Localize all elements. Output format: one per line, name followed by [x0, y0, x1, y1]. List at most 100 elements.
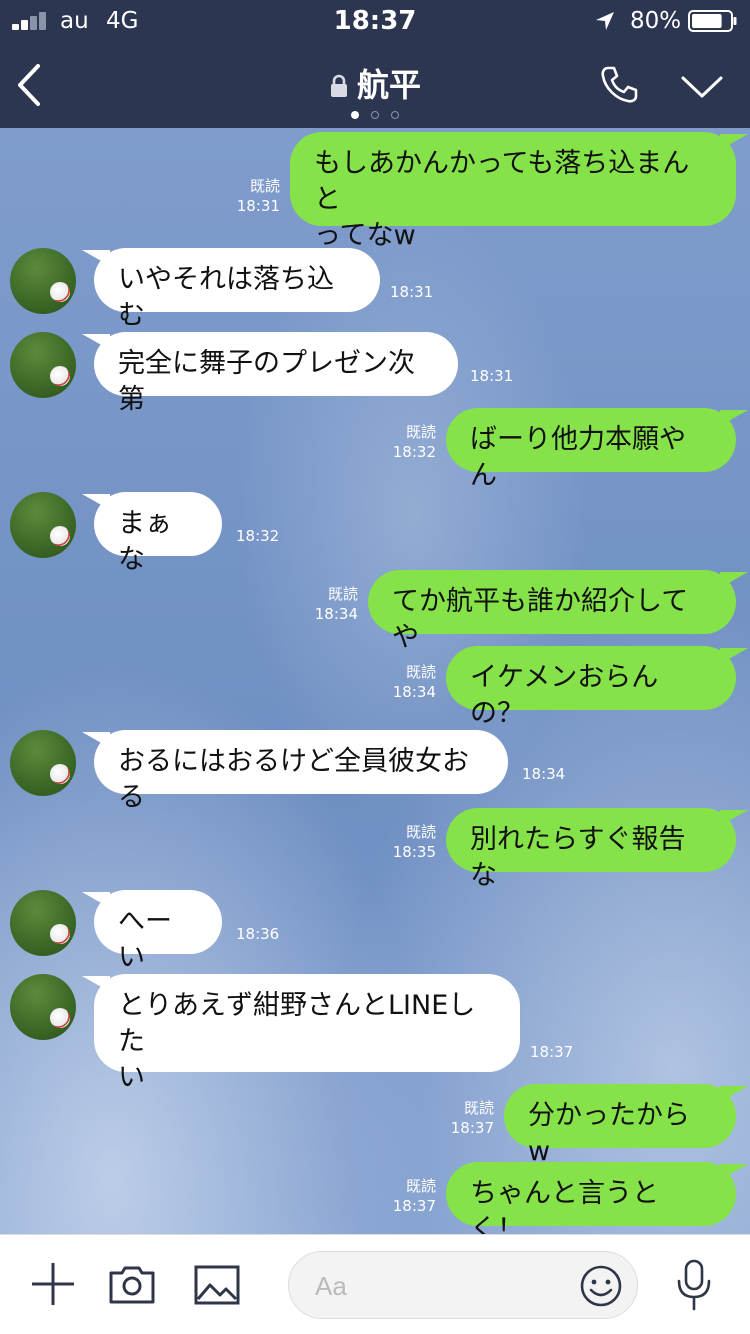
bubble-tail — [82, 250, 110, 266]
message-text: い — [118, 1062, 145, 1093]
message-text: 分かったからw — [528, 1100, 690, 1167]
message-text: へーい — [118, 906, 172, 973]
message-time: 18:31 — [236, 197, 280, 215]
bubble-tail — [720, 810, 748, 826]
message-time: 18:32 — [236, 527, 280, 545]
chevron-down-icon[interactable] — [680, 74, 724, 100]
read-receipt: 既読 — [405, 423, 436, 441]
avatar[interactable] — [10, 890, 76, 956]
chat-area[interactable]: もしあかんかっても落ち込まんとってなw 既読 18:31 いやそれは落ち込む 18:31… — [0, 128, 750, 1234]
message-bubble[interactable]: 別れたらすぐ報告な — [446, 808, 736, 891]
message-bubble[interactable]: てか航平も誰か紹介してや — [368, 570, 736, 653]
read-receipt: 既読 — [405, 663, 436, 681]
page-dot[interactable] — [391, 111, 399, 119]
microphone-icon[interactable] — [676, 1259, 712, 1311]
message-meta: 既読 18:34 — [306, 584, 358, 624]
page-indicator — [0, 104, 750, 123]
message-text: ばーり他力本願やん — [470, 424, 686, 491]
status-bar: au 4G 18:37 80% — [0, 0, 750, 40]
message-time: 18:31 — [390, 283, 434, 301]
message-time: 18:37 — [392, 1197, 436, 1215]
message-text: まぁな — [118, 508, 172, 575]
message-time: 18:36 — [236, 925, 280, 943]
top-bar: au 4G 18:37 80% 航平 — [0, 0, 750, 128]
phone-icon[interactable] — [598, 64, 640, 106]
avatar[interactable] — [10, 248, 76, 314]
read-receipt: 既読 — [405, 823, 436, 841]
read-receipt: 既読 — [249, 177, 280, 195]
bubble-tail — [82, 494, 110, 510]
message-time: 18:34 — [522, 765, 566, 783]
message-text: いやそれは落ち込む — [118, 264, 334, 331]
input-bar — [0, 1234, 750, 1334]
message-meta: 18:34 — [522, 764, 574, 784]
emoji-icon[interactable] — [579, 1264, 623, 1308]
bubble-tail — [82, 732, 110, 748]
avatar[interactable] — [10, 492, 76, 558]
bubble-tail — [720, 1164, 748, 1180]
lock-icon — [330, 74, 347, 97]
image-icon[interactable] — [194, 1265, 240, 1305]
message-time: 18:34 — [314, 605, 358, 623]
message-bubble[interactable]: とりあえず紺野さんとLINEしたい — [94, 974, 520, 1093]
message-input-box[interactable] — [288, 1251, 638, 1319]
message-time: 18:37 — [450, 1119, 494, 1137]
chat-title-text: 航平 — [356, 66, 421, 104]
message-bubble[interactable]: もしあかんかっても落ち込まんとってなw — [290, 132, 736, 251]
bubble-tail — [720, 410, 748, 426]
message-input[interactable] — [315, 1266, 555, 1306]
message-time: 18:32 — [392, 443, 436, 461]
message-time: 18:31 — [470, 367, 514, 385]
location-icon — [596, 12, 614, 30]
message-meta: 18:37 — [530, 1042, 582, 1062]
read-receipt: 既読 — [405, 1177, 436, 1195]
avatar[interactable] — [10, 332, 76, 398]
message-meta: 18:36 — [236, 924, 288, 944]
message-text: ちゃんと言うとく！ — [470, 1178, 659, 1234]
message-bubble[interactable]: 分かったからw — [504, 1084, 736, 1167]
message-text: もしあかんかっても落ち込まんと — [314, 148, 690, 215]
message-time: 18:35 — [392, 843, 436, 861]
message-text: ってなw — [314, 220, 416, 251]
message-bubble[interactable]: ちゃんと言うとく！ — [446, 1162, 736, 1234]
message-text: イケメンおらんの？ — [470, 662, 659, 729]
read-receipt: 既読 — [463, 1099, 494, 1117]
bubble-tail — [720, 1086, 748, 1102]
message-meta: 18:31 — [390, 282, 442, 302]
page-dot[interactable] — [371, 111, 379, 119]
bubble-tail — [82, 892, 110, 908]
message-meta: 18:32 — [236, 526, 288, 546]
message-meta: 既読 18:37 — [442, 1098, 494, 1138]
bubble-tail — [720, 572, 748, 588]
message-bubble[interactable]: おるにはおるけど全員彼女おる — [94, 730, 508, 813]
message-text: 完全に舞子のプレゼン次第 — [118, 348, 415, 415]
message-meta: 既読 18:31 — [228, 176, 280, 216]
message-bubble[interactable]: イケメンおらんの？ — [446, 646, 736, 729]
message-meta: 既読 18:35 — [384, 822, 436, 862]
message-text: とりあえず紺野さんとLINEした — [118, 990, 476, 1057]
bubble-tail — [720, 648, 748, 664]
bubble-tail — [720, 134, 748, 150]
message-bubble[interactable]: ばーり他力本願やん — [446, 408, 736, 491]
battery-icon — [688, 10, 737, 32]
message-text: 別れたらすぐ報告な — [470, 824, 686, 891]
message-bubble[interactable]: まぁな — [94, 492, 222, 575]
page-dot[interactable] — [351, 111, 359, 119]
message-time: 18:37 — [530, 1043, 574, 1061]
battery-percent: 80% — [630, 8, 682, 34]
camera-icon[interactable] — [108, 1263, 156, 1305]
read-receipt: 既読 — [327, 585, 358, 603]
message-time: 18:34 — [392, 683, 436, 701]
message-meta: 18:31 — [470, 366, 522, 386]
message-bubble[interactable]: いやそれは落ち込む — [94, 248, 380, 331]
bubble-tail — [82, 334, 110, 350]
message-meta: 既読 18:37 — [384, 1176, 436, 1216]
avatar[interactable] — [10, 730, 76, 796]
message-meta: 既読 18:32 — [384, 422, 436, 462]
message-text: おるにはおるけど全員彼女おる — [118, 746, 469, 813]
message-bubble[interactable]: へーい — [94, 890, 222, 973]
plus-icon[interactable] — [30, 1261, 76, 1307]
message-meta: 既読 18:34 — [384, 662, 436, 702]
avatar[interactable] — [10, 974, 76, 1040]
message-bubble[interactable]: 完全に舞子のプレゼン次第 — [94, 332, 458, 415]
